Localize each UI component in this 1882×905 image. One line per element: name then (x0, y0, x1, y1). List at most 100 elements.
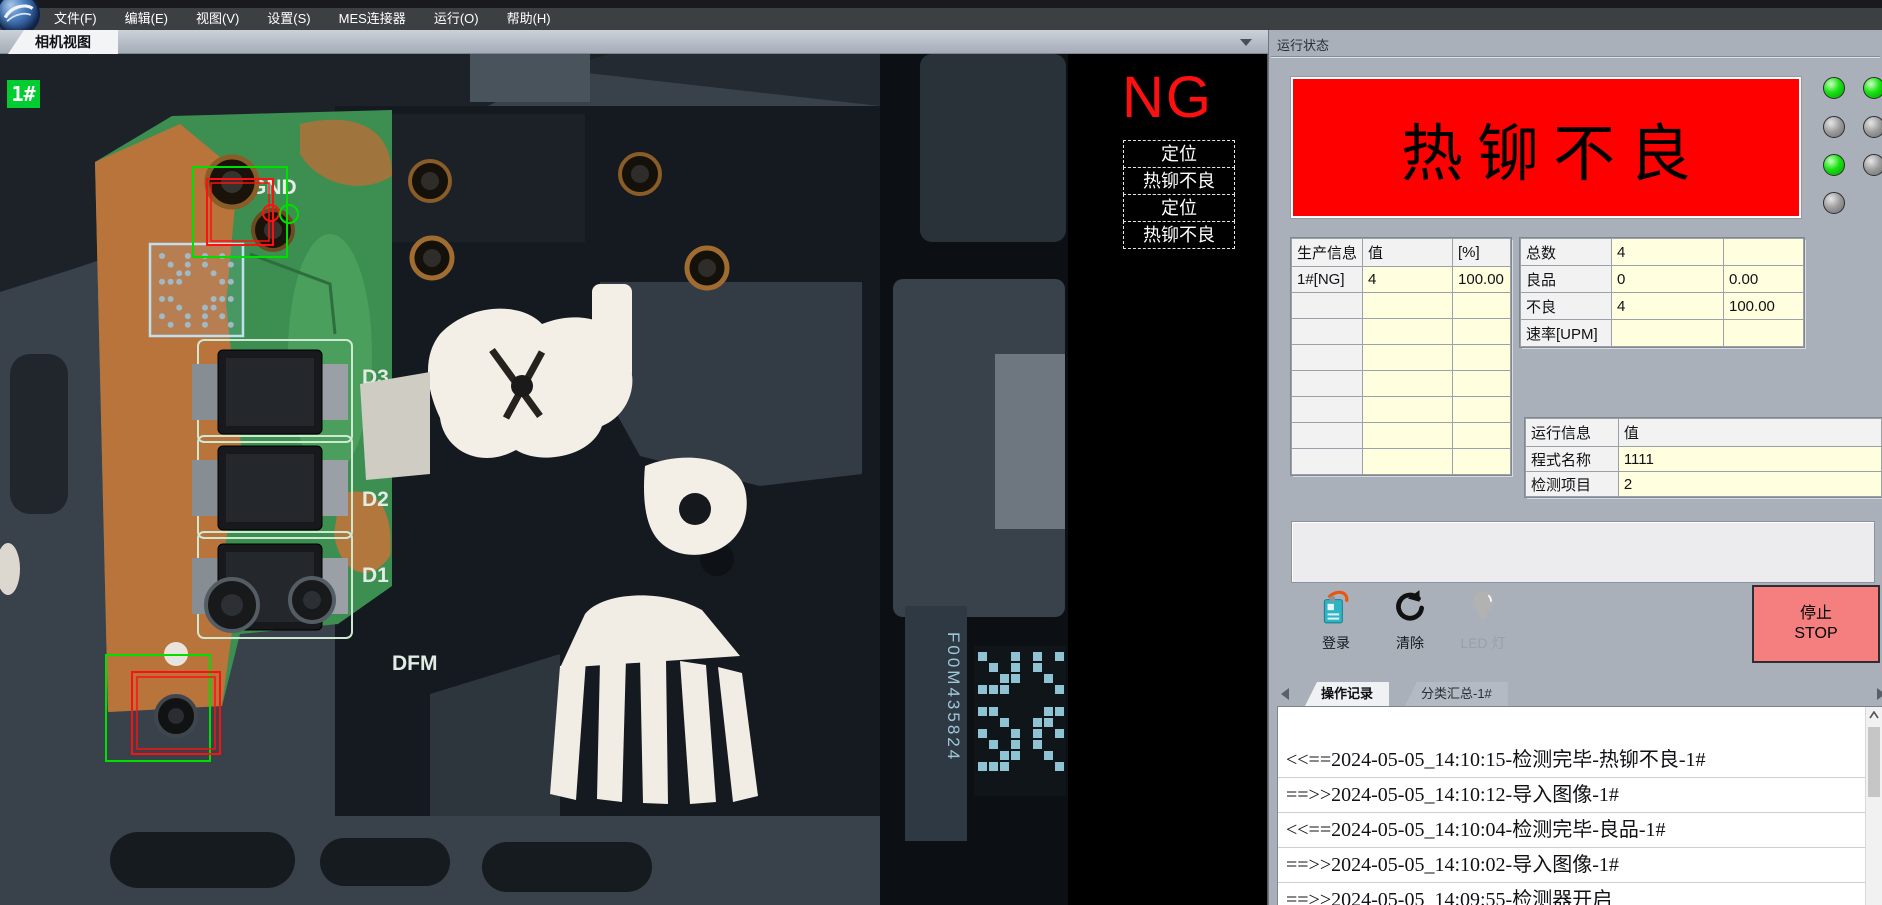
count-stats-table: 总数4良品00.00不良4100.00速率[UPM] (1520, 238, 1804, 347)
status-led-r1c2 (1863, 77, 1882, 99)
log-entries: <<==2024-05-05_14:10:15-检测完毕-热铆不良-1#==>>… (1278, 707, 1882, 905)
status-led-r3c1 (1823, 154, 1845, 176)
runinfo-table-row-1: 检测项目2 (1526, 472, 1882, 497)
production-table-cell-3-1 (1363, 345, 1453, 371)
production-table-cell-2-2 (1453, 319, 1511, 345)
led-button-label: LED 灯 (1454, 633, 1512, 653)
stop-button[interactable]: 停止 STOP (1752, 585, 1880, 663)
defect-banner: 热铆不良 (1291, 77, 1801, 218)
log-entry-2: ==>>2024-05-05_14:10:12-导入图像-1# (1278, 778, 1882, 813)
production-table-cell-1-1 (1363, 293, 1453, 319)
runinfo-table: 运行信息值程式名称1111检测项目2 (1525, 418, 1882, 497)
menu-item-2[interactable]: 编辑(E) (111, 8, 182, 30)
stats-table-row-0: 总数4 (1521, 239, 1804, 266)
run-info-table: 运行信息值程式名称1111检测项目2 (1525, 418, 1882, 497)
menu-bar: 文件(F)编辑(E)视图(V)设置(S)MES连接器运行(O)帮助(H) (40, 8, 565, 30)
production-table-row-5 (1292, 397, 1511, 423)
log-tab-strip: 操作记录分类汇总-1# (1277, 682, 1875, 706)
tab-scroll-right-icon[interactable] (1877, 688, 1882, 700)
check-item-list: 定位热铆不良定位热铆不良 (1123, 140, 1235, 249)
stats-table-cell-0-0: 总数 (1521, 239, 1612, 266)
login-icon (1317, 613, 1355, 630)
run-status-panel: 运行状态 热铆不良 生产信息值[%]1#[NG]4100.00 总数4良品00.… (1268, 30, 1882, 905)
production-table-row-6 (1292, 423, 1511, 449)
production-table-row-3 (1292, 345, 1511, 371)
result-strip: NG 定位热铆不良定位热铆不良 (1068, 54, 1268, 905)
menu-item-4[interactable]: 设置(S) (253, 8, 324, 30)
log-tab-2[interactable]: 分类汇总-1# (1405, 682, 1508, 706)
serial-number-text: F00M435824 (944, 632, 963, 762)
check-item-4: 热铆不良 (1123, 221, 1235, 249)
led-bulb-icon (1464, 613, 1502, 630)
menu-item-6[interactable]: 运行(O) (420, 8, 493, 30)
production-table-row-0: 1#[NG]4100.00 (1292, 267, 1511, 293)
login-button[interactable]: 登录 (1307, 588, 1365, 653)
log-entry-4: ==>>2024-05-05_14:10:02-导入图像-1# (1278, 848, 1882, 883)
label-dfm: DFM (392, 652, 438, 675)
production-table-cell-3-2 (1453, 345, 1511, 371)
title-menu-bar: 文件(F)编辑(E)视图(V)设置(S)MES连接器运行(O)帮助(H) (0, 0, 1882, 30)
stats-table-cell-3-0: 速率[UPM] (1521, 320, 1612, 347)
production-table-header-0: 生产信息 (1292, 239, 1363, 267)
menu-item-7[interactable]: 帮助(H) (493, 8, 565, 30)
stats-table-cell-2-0: 不良 (1521, 293, 1612, 320)
runinfo-table-cell-0-1: 1111 (1618, 447, 1881, 472)
station-badge: 1# (7, 80, 40, 108)
runinfo-table-header-1: 值 (1618, 419, 1881, 447)
production-table-row-7 (1292, 449, 1511, 475)
login-button-label: 登录 (1307, 633, 1365, 653)
stats-table-row-2: 不良4100.00 (1521, 293, 1804, 320)
production-table: 生产信息值[%]1#[NG]4100.00 (1291, 238, 1511, 475)
runinfo-table-cell-1-1: 2 (1618, 472, 1881, 497)
tab-scroll-left-icon[interactable] (1281, 688, 1289, 700)
tab-camera-view[interactable]: 相机视图 (8, 30, 118, 54)
clear-button-label: 清除 (1381, 633, 1439, 653)
log-tab-1[interactable]: 操作记录 (1305, 682, 1389, 706)
operation-log-list: <<==2024-05-05_14:10:15-检测完毕-热铆不良-1#==>>… (1277, 706, 1882, 905)
runinfo-table-header-0: 运行信息 (1526, 419, 1619, 447)
inspection-result-text: NG (1068, 68, 1267, 129)
stats-table-cell-0-2 (1724, 239, 1804, 266)
runinfo-table-header-row: 运行信息值 (1526, 419, 1882, 447)
menu-item-1[interactable]: 文件(F) (40, 8, 111, 30)
chevron-down-icon[interactable] (1240, 39, 1252, 46)
production-table-cell-5-2 (1453, 397, 1511, 423)
led-light-button[interactable]: LED 灯 (1454, 588, 1512, 653)
stats-table-row-1: 良品00.00 (1521, 266, 1804, 293)
production-table-row-1 (1292, 293, 1511, 319)
production-table-cell-6-0 (1292, 423, 1363, 449)
stats-table-row-3: 速率[UPM] (1521, 320, 1804, 347)
application-window: 文件(F)编辑(E)视图(V)设置(S)MES连接器运行(O)帮助(H) 相机视… (0, 0, 1882, 905)
log-scrollbar[interactable] (1865, 707, 1882, 905)
production-info-table: 生产信息值[%]1#[NG]4100.00 (1291, 238, 1511, 475)
clear-button[interactable]: 清除 (1381, 588, 1439, 653)
production-table-row-2 (1292, 319, 1511, 345)
production-table-cell-5-0 (1292, 397, 1363, 423)
production-table-cell-0-2: 100.00 (1453, 267, 1511, 293)
production-table-cell-7-2 (1453, 449, 1511, 475)
production-table-cell-6-1 (1363, 423, 1453, 449)
camera-viewport: GND D3 D2 D1 DFM (0, 54, 1068, 905)
log-entry-1: <<==2024-05-05_14:10:15-检测完毕-热铆不良-1# (1278, 743, 1882, 778)
label-d2: D2 (362, 488, 389, 511)
log-entry-5: ==>>2024-05-05_14:09:55-检测器开启 (1278, 883, 1882, 905)
production-table-cell-7-1 (1363, 449, 1453, 475)
label-d1: D1 (362, 564, 389, 587)
scrollbar-thumb[interactable] (1868, 727, 1880, 797)
status-led-r2c1 (1823, 116, 1845, 138)
menu-item-5[interactable]: MES连接器 (325, 8, 420, 30)
production-table-header-2: [%] (1453, 239, 1511, 267)
clear-refresh-icon (1391, 613, 1429, 630)
scroll-up-icon[interactable] (1869, 711, 1879, 719)
logo-swoosh (0, 0, 38, 34)
production-table-cell-4-1 (1363, 371, 1453, 397)
log-entry-3: <<==2024-05-05_14:10:04-检测完毕-良品-1# (1278, 813, 1882, 848)
production-table-cell-5-1 (1363, 397, 1453, 423)
stats-table-cell-1-1: 0 (1612, 266, 1724, 293)
stats-table-cell-2-1: 4 (1612, 293, 1724, 320)
camera-image: GND D3 D2 D1 DFM (0, 54, 1068, 905)
status-led-r3c2 (1863, 154, 1882, 176)
stats-table-cell-3-2 (1724, 320, 1804, 347)
check-item-2: 热铆不良 (1123, 167, 1235, 195)
menu-item-3[interactable]: 视图(V) (182, 8, 253, 30)
